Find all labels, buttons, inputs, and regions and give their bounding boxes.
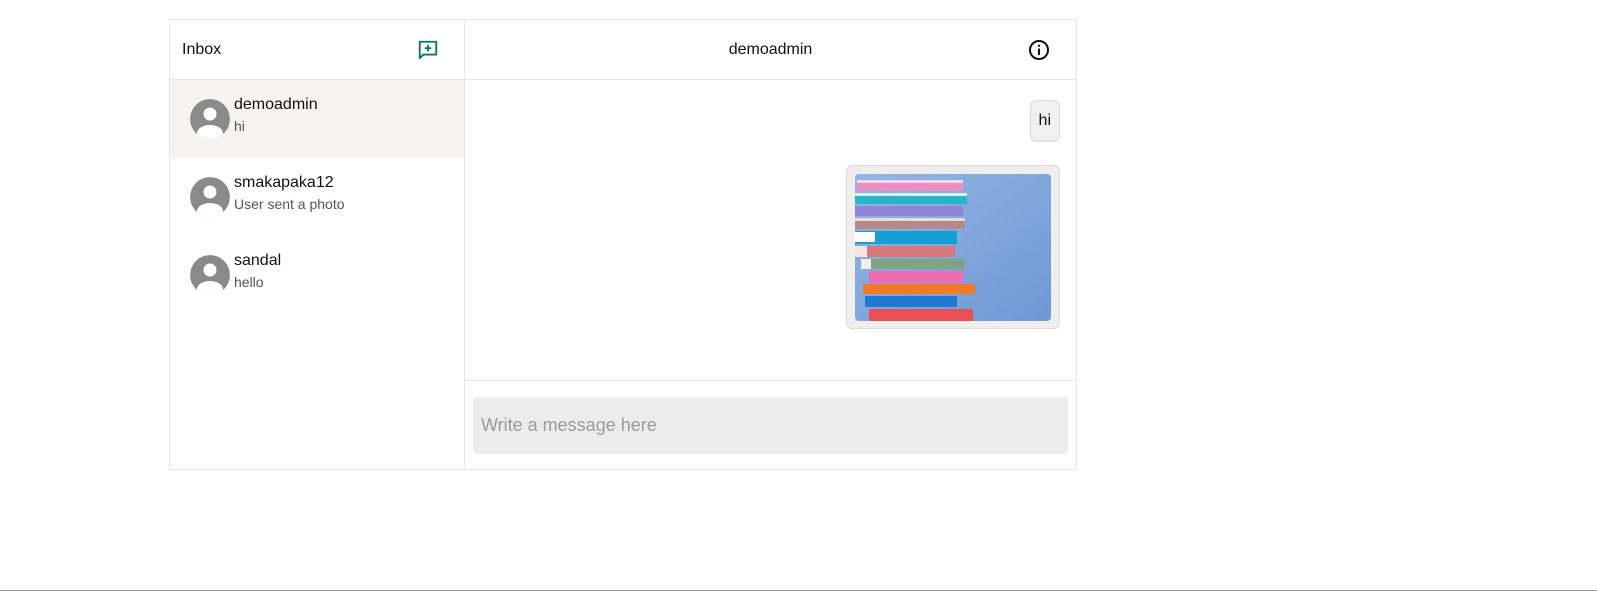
thread-preview: User sent a photo	[234, 196, 345, 212]
message-list: hi	[465, 80, 1076, 381]
inbox-sidebar: Inbox demoadmin hi smakapaka12 User sent…	[170, 20, 465, 469]
thread-text: smakapaka12 User sent a photo	[234, 173, 345, 213]
inbox-header: Inbox	[170, 20, 464, 80]
new-message-button[interactable]	[416, 38, 440, 62]
inbox-title: Inbox	[182, 40, 222, 58]
thread-name: smakapaka12	[234, 174, 334, 191]
stack-of-books-photo	[855, 174, 1051, 321]
thread-preview: hello	[234, 274, 264, 290]
add-comment-icon	[418, 40, 438, 59]
thread-item[interactable]: sandal hello	[170, 236, 464, 314]
thread-name: sandal	[234, 252, 282, 269]
chat-title: demoadmin	[728, 40, 813, 58]
message-input[interactable]	[473, 396, 1068, 454]
info-icon	[1029, 40, 1049, 60]
thread-item[interactable]: demoadmin hi	[170, 80, 464, 158]
page-divider	[0, 590, 1597, 591]
thread-text: demoadmin hi	[234, 95, 318, 135]
chat-header: demoadmin	[465, 20, 1076, 80]
thread-text: sandal hello	[234, 251, 281, 291]
message-bubble: hi	[1029, 100, 1060, 142]
default-avatar-icon	[190, 99, 230, 139]
thread-name: demoadmin	[234, 96, 318, 113]
thread-preview: hi	[234, 118, 245, 134]
thread-item[interactable]: smakapaka12 User sent a photo	[170, 158, 464, 236]
chat-pane: demoadmin hi	[465, 20, 1076, 469]
message-composer	[465, 381, 1076, 469]
conversation-info-button[interactable]	[1028, 39, 1050, 61]
message-text: hi	[1038, 112, 1051, 129]
messenger-panel: Inbox demoadmin hi smakapaka12 User sent…	[169, 19, 1077, 470]
thread-list: demoadmin hi smakapaka12 User sent a pho…	[170, 80, 464, 469]
default-avatar-icon	[190, 255, 230, 295]
photo-message-bubble[interactable]	[846, 165, 1060, 329]
default-avatar-icon	[190, 177, 230, 217]
